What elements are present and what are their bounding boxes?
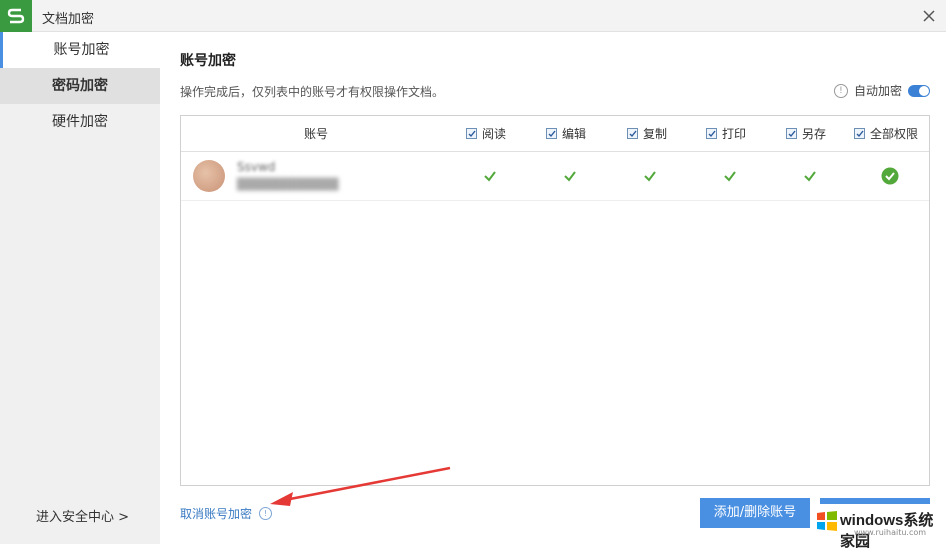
check-icon[interactable]: [482, 168, 498, 184]
cancel-account-encrypt-link[interactable]: 取消账号加密 !: [180, 505, 273, 522]
avatar: [193, 160, 225, 192]
check-icon[interactable]: [642, 168, 658, 184]
watermark: windows系统家园 www.ruihaitu.com: [810, 504, 940, 550]
auto-encrypt-toggle[interactable]: [908, 84, 930, 97]
windows-logo-icon: [817, 511, 837, 531]
wps-logo-icon: [0, 0, 32, 32]
check-icon[interactable]: [722, 168, 738, 184]
checkbox-save-as[interactable]: [786, 128, 797, 139]
checkbox-read[interactable]: [466, 128, 477, 139]
title-bar: 文档加密: [0, 0, 946, 32]
add-remove-account-button[interactable]: 添加/删除账号: [700, 498, 810, 528]
watermark-url: www.ruihaitu.com: [854, 528, 927, 537]
table-header: 账号 阅读 编辑 复制 打印 另存 全部权限: [181, 116, 929, 152]
check-circle-icon[interactable]: [881, 167, 899, 185]
auto-encrypt: ! 自动加密: [833, 82, 930, 99]
info-icon[interactable]: !: [259, 507, 273, 520]
sidebar-item-account-encrypt[interactable]: 账号加密: [0, 32, 160, 68]
column-header-read[interactable]: 阅读: [466, 125, 506, 142]
column-header-all[interactable]: 全部权限: [854, 125, 918, 142]
column-header-account: 账号: [304, 127, 329, 141]
checkbox-edit[interactable]: [546, 128, 557, 139]
security-center-link[interactable]: 进入安全中心 >: [36, 506, 129, 525]
check-icon[interactable]: [562, 168, 578, 184]
account-email: ████████████: [237, 178, 339, 191]
sidebar-item-hardware-encrypt[interactable]: 硬件加密: [0, 104, 160, 140]
table-row: Ssvwd ████████████: [181, 152, 929, 201]
check-icon[interactable]: [802, 168, 818, 184]
column-header-copy[interactable]: 复制: [627, 125, 667, 142]
info-icon[interactable]: !: [833, 83, 848, 98]
column-header-print[interactable]: 打印: [706, 125, 746, 142]
sidebar: 账号加密 密码加密 硬件加密 进入安全中心 >: [0, 32, 160, 544]
checkbox-all[interactable]: [854, 128, 865, 139]
description-text: 操作完成后，仅列表中的账号才有权限操作文档。: [180, 85, 445, 99]
column-header-save-as[interactable]: 另存: [786, 125, 826, 142]
account-table: 账号 阅读 编辑 复制 打印 另存 全部权限 Ssvwd ███████████…: [180, 115, 930, 486]
checkbox-copy[interactable]: [627, 128, 638, 139]
checkbox-print[interactable]: [706, 128, 717, 139]
auto-encrypt-label: 自动加密: [853, 84, 902, 98]
sidebar-item-password-encrypt[interactable]: 密码加密: [0, 68, 160, 104]
close-icon[interactable]: [920, 7, 938, 25]
main-panel: 账号加密 操作完成后，仅列表中的账号才有权限操作文档。 ! 自动加密 账号 阅读…: [160, 32, 946, 544]
column-header-edit[interactable]: 编辑: [546, 125, 586, 142]
account-name: Ssvwd: [237, 160, 276, 174]
window-title: 文档加密: [42, 12, 95, 27]
page-title: 账号加密: [180, 53, 236, 69]
